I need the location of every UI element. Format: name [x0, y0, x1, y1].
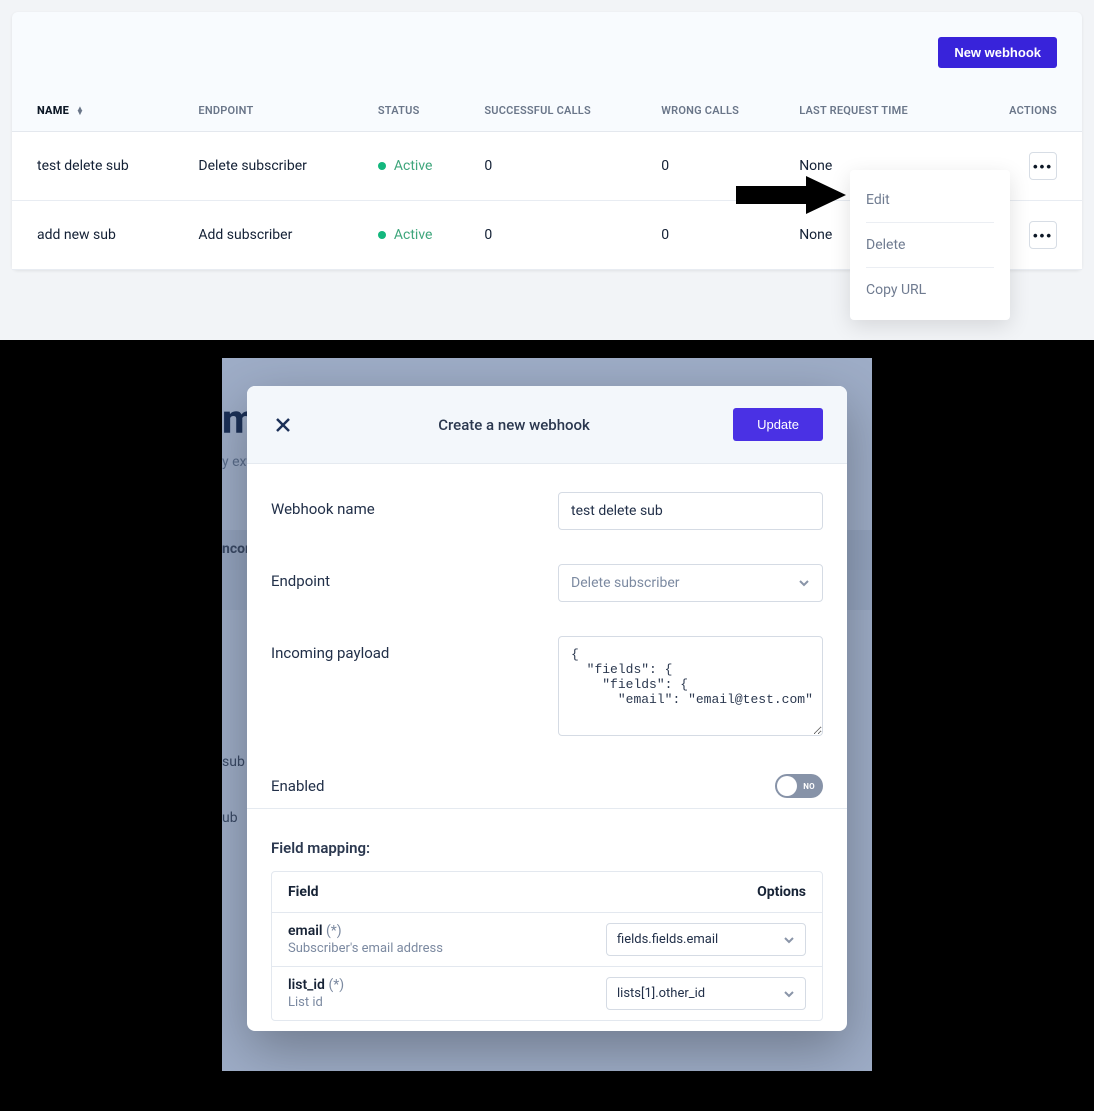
field-mapping-title: Field mapping: — [271, 839, 823, 857]
map-row: list_id (*) List id lists[1].other_id — [272, 967, 822, 1020]
endpoint-select[interactable]: Delete subscriber — [558, 564, 823, 602]
enabled-label: Enabled — [271, 777, 519, 795]
map-field-required: (*) — [326, 923, 342, 939]
payload-label: Incoming payload — [271, 636, 519, 662]
menu-item-delete[interactable]: Delete — [850, 227, 1010, 263]
map-option-select[interactable]: fields.fields.email — [606, 923, 806, 956]
update-button[interactable]: Update — [733, 408, 823, 441]
close-icon[interactable] — [271, 413, 295, 437]
row-name: add new sub — [12, 201, 186, 270]
modal-title: Create a new webhook — [295, 416, 733, 434]
payload-textarea[interactable] — [558, 636, 823, 736]
webhook-name-label: Webhook name — [271, 492, 519, 518]
map-col-field: Field — [272, 872, 517, 913]
col-endpoint: ENDPOINT — [186, 90, 365, 132]
col-wrong: WRONG CALLS — [649, 90, 787, 132]
endpoint-select-value: Delete subscriber — [571, 575, 679, 591]
status-dot-icon — [378, 231, 386, 239]
map-field-desc: List id — [288, 995, 501, 1010]
map-row: email (*) Subscriber's email address fie… — [272, 913, 822, 967]
status-text: Active — [394, 227, 433, 243]
webhook-modal: Create a new webhook Update Webhook name… — [247, 386, 847, 1031]
toggle-label: NO — [803, 782, 815, 791]
sort-icon: ▲▼ — [76, 107, 84, 115]
map-option-value: lists[1].other_id — [617, 986, 705, 1001]
chevron-down-icon — [798, 577, 810, 589]
map-field-required: (*) — [328, 977, 344, 993]
row-actions-button[interactable]: ••• — [1029, 152, 1057, 180]
enabled-toggle[interactable]: NO — [775, 774, 823, 798]
col-actions: ACTIONS — [967, 90, 1082, 132]
row-status: Active — [366, 132, 472, 201]
menu-item-edit[interactable]: Edit — [850, 182, 1010, 218]
row-endpoint: Delete subscriber — [186, 132, 365, 201]
background-page: mi y ext ncom sub ub Create a new webhoo… — [222, 358, 872, 1071]
bg-row-fragment: ub — [222, 810, 238, 826]
col-name[interactable]: NAME ▲▼ — [12, 90, 186, 132]
map-field-desc: Subscriber's email address — [288, 941, 501, 956]
new-webhook-button[interactable]: New webhook — [938, 37, 1057, 68]
map-field-name: list_id — [288, 977, 325, 993]
row-actions-menu: Edit Delete Copy URL — [850, 170, 1010, 320]
webhook-list-card: New webhook NAME ▲▼ ENDPOINT STATUS SUCC… — [12, 12, 1082, 270]
row-endpoint: Add subscriber — [186, 201, 365, 270]
webhook-name-input[interactable] — [558, 492, 823, 530]
status-dot-icon — [378, 162, 386, 170]
chevron-down-icon — [783, 988, 795, 1000]
field-mapping-table: Field Options email (*) Subscriber's ema… — [271, 871, 823, 1021]
endpoint-label: Endpoint — [271, 564, 519, 590]
chevron-down-icon — [783, 934, 795, 946]
map-col-options: Options — [517, 872, 822, 913]
menu-separator — [866, 267, 994, 268]
annotation-arrow-icon — [736, 172, 846, 218]
bg-row-fragment: sub — [222, 754, 245, 770]
menu-separator — [866, 222, 994, 223]
toggle-knob — [777, 776, 797, 796]
row-successful: 0 — [472, 132, 649, 201]
map-option-value: fields.fields.email — [617, 932, 718, 947]
row-successful: 0 — [472, 201, 649, 270]
map-field-name: email — [288, 923, 323, 939]
map-option-select[interactable]: lists[1].other_id — [606, 977, 806, 1010]
row-actions-button[interactable]: ••• — [1029, 221, 1057, 249]
col-last-request: LAST REQUEST TIME — [787, 90, 967, 132]
col-name-label: NAME — [37, 104, 69, 117]
status-text: Active — [394, 158, 433, 174]
menu-item-copy-url[interactable]: Copy URL — [850, 272, 1010, 308]
row-name: test delete sub — [12, 132, 186, 201]
col-successful: SUCCESSFUL CALLS — [472, 90, 649, 132]
row-status: Active — [366, 201, 472, 270]
col-status: STATUS — [366, 90, 472, 132]
